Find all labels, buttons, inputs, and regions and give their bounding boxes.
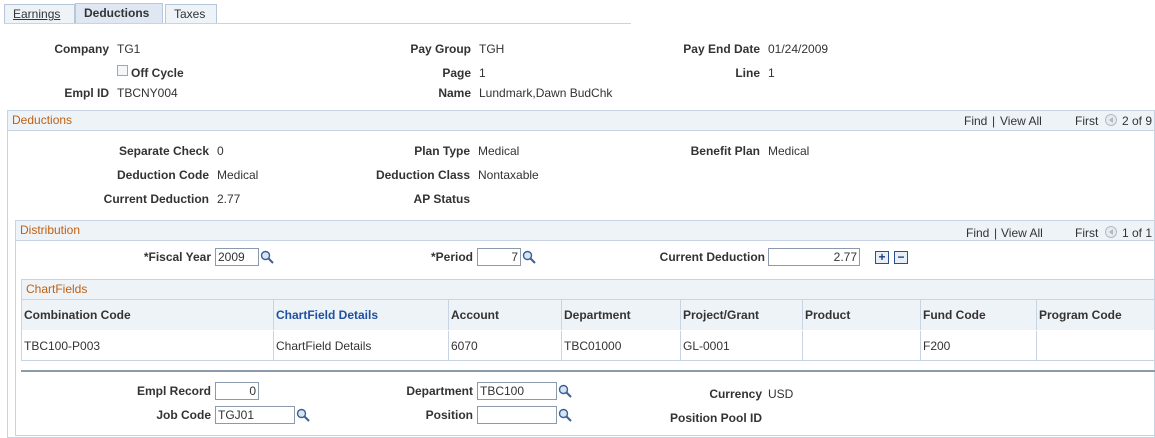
empl-record-label: Empl Record	[136, 384, 211, 398]
section-divider	[21, 370, 1155, 372]
add-row-button[interactable]: +	[875, 251, 889, 264]
company-value: TG1	[117, 42, 141, 56]
distribution-header: Distribution Find | View All First 1 of …	[16, 221, 1154, 241]
pay-end-date-value: 01/24/2009	[768, 42, 829, 56]
page-label: Page	[442, 66, 471, 80]
distribution-current-deduction-input[interactable]	[768, 248, 860, 266]
period-label: *Period	[430, 250, 473, 264]
benefit-plan-label: Benefit Plan	[690, 144, 760, 158]
name-label: Name	[438, 86, 471, 100]
off-cycle-label: Off Cycle	[131, 66, 184, 80]
magnifier-icon[interactable]	[558, 408, 572, 422]
magnifier-icon[interactable]	[522, 250, 536, 264]
separate-check-value: 0	[217, 144, 224, 158]
page-value: 1	[479, 66, 486, 80]
pay-group-value: TGH	[479, 42, 505, 56]
tab-divider	[4, 23, 631, 24]
column-program-code: Program Code	[1037, 300, 1154, 330]
fiscal-year-input[interactable]	[215, 248, 259, 266]
column-department: Department	[562, 300, 681, 330]
column-fund-code: Fund Code	[921, 300, 1037, 330]
cell-department: TBC01000	[562, 331, 681, 361]
magnifier-icon[interactable]	[558, 384, 572, 398]
distribution-view-all-link[interactable]: View All	[1001, 226, 1043, 240]
off-cycle-checkbox[interactable]	[117, 65, 128, 76]
empl-record-input[interactable]	[215, 382, 259, 400]
column-product: Product	[803, 300, 921, 330]
distribution-title: Distribution	[20, 223, 81, 237]
line-value: 1	[768, 66, 775, 80]
position-input[interactable]	[477, 406, 557, 424]
empl-id-value: TBCNY004	[117, 86, 178, 100]
plan-type-label: Plan Type	[414, 144, 470, 158]
column-project-grant: Project/Grant	[681, 300, 803, 330]
pay-end-date-label: Pay End Date	[683, 42, 760, 56]
distribution-first-link[interactable]: First	[1075, 226, 1098, 240]
cell-product	[803, 331, 921, 361]
cell-combination-code: TBC100-P003	[22, 331, 274, 361]
deductions-view-all-link[interactable]: View All	[1000, 114, 1042, 128]
position-label: Position	[425, 408, 473, 422]
pay-group-label: Pay Group	[410, 42, 471, 56]
name-value: Lundmark,Dawn BudChk	[479, 86, 613, 100]
deductions-pager: 2 of 9	[1122, 114, 1153, 128]
chartfields-header: ChartFields	[22, 280, 1154, 300]
magnifier-icon[interactable]	[296, 408, 310, 422]
cell-fund-code: F200	[921, 331, 1037, 361]
current-deduction-value: 2.77	[217, 192, 241, 206]
deductions-find-link[interactable]: Find	[964, 114, 987, 128]
period-input[interactable]	[477, 248, 521, 266]
line-label: Line	[735, 66, 760, 80]
position-pool-id-label: Position Pool ID	[670, 411, 762, 425]
deduction-class-value: Nontaxable	[478, 168, 539, 182]
chartfields-column-headers: Combination Code ChartField Details Acco…	[22, 300, 1154, 330]
tab-taxes[interactable]: Taxes	[165, 4, 217, 23]
tab-deductions[interactable]: Deductions	[75, 3, 163, 24]
cell-program-code	[1037, 331, 1154, 361]
company-label: Company	[54, 42, 109, 56]
distribution-separator: |	[994, 226, 998, 240]
distribution-pager: 1 of 1	[1122, 226, 1153, 240]
delete-row-button[interactable]: −	[894, 251, 908, 264]
previous-arrow-icon[interactable]	[1105, 226, 1117, 238]
currency-value: USD	[768, 387, 794, 401]
table-row: TBC100-P003 ChartField Details 6070 TBC0…	[22, 331, 1154, 361]
fiscal-year-label: *Fiscal Year	[143, 250, 211, 264]
chartfields-title: ChartFields	[26, 282, 88, 296]
column-chartfield-details[interactable]: ChartField Details	[274, 300, 449, 330]
deduction-class-label: Deduction Class	[375, 168, 470, 182]
department-label: Department	[406, 384, 473, 398]
job-code-input[interactable]	[215, 406, 295, 424]
distribution-find-link[interactable]: Find	[966, 226, 989, 240]
deductions-title: Deductions	[12, 113, 73, 127]
distribution-current-deduction-label: Current Deduction	[659, 250, 765, 264]
ap-status-label: AP Status	[413, 192, 470, 206]
empl-id-label: Empl ID	[64, 86, 109, 100]
job-code-label: Job Code	[156, 408, 211, 422]
deductions-first-link[interactable]: First	[1075, 114, 1098, 128]
deduction-code-label: Deduction Code	[117, 168, 209, 182]
benefit-plan-value: Medical	[768, 144, 810, 158]
column-combination-code: Combination Code	[22, 300, 274, 330]
deduction-code-value: Medical	[217, 168, 259, 182]
plan-type-value: Medical	[478, 144, 520, 158]
deductions-header: Deductions Find | View All First 2 of 9	[8, 111, 1154, 131]
magnifier-icon[interactable]	[260, 250, 274, 264]
cell-account: 6070	[449, 331, 562, 361]
current-deduction-label: Current Deduction	[103, 192, 209, 206]
department-input[interactable]	[477, 382, 557, 400]
chartfields-grid: ChartFields Combination Code ChartField …	[21, 279, 1155, 361]
cell-project-grant: GL-0001	[681, 331, 803, 361]
tab-earnings[interactable]: Earnings	[4, 4, 75, 23]
column-account: Account	[449, 300, 562, 330]
deductions-separator: |	[992, 114, 996, 128]
separate-check-label: Separate Check	[118, 144, 209, 158]
currency-label: Currency	[709, 387, 762, 401]
chartfield-details-link[interactable]: ChartField Details	[274, 331, 449, 361]
previous-arrow-icon[interactable]	[1105, 114, 1117, 126]
